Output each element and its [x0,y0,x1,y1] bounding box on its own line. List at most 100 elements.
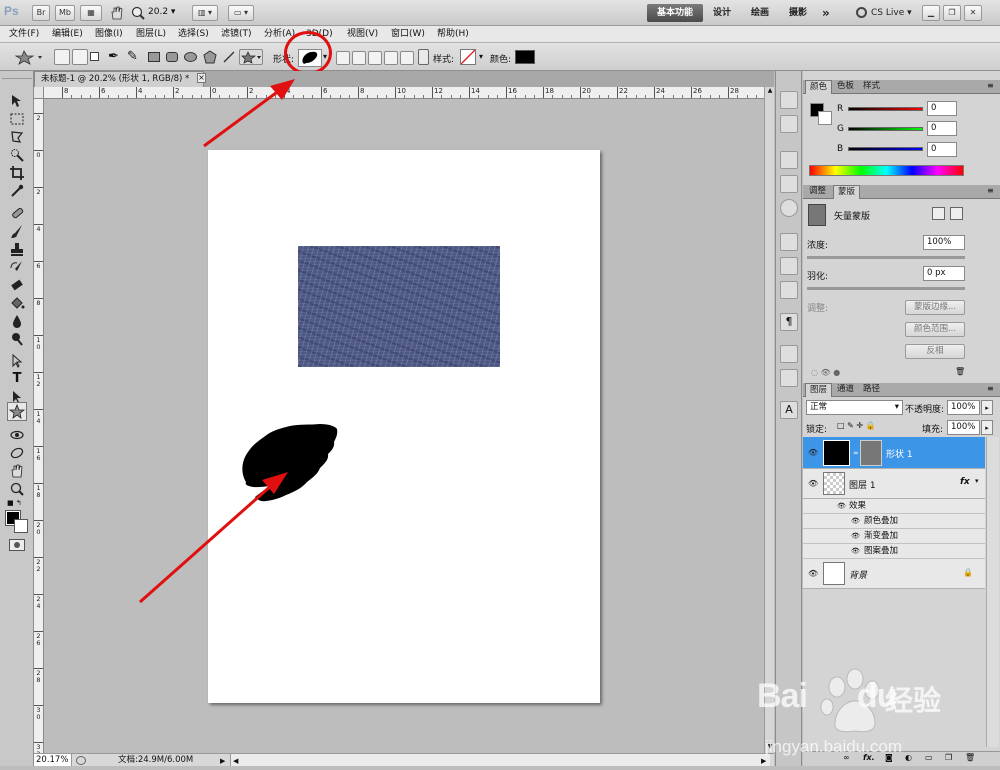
green-value[interactable]: 0 [927,121,957,136]
tab-adjustments[interactable]: 调整 [805,185,830,199]
eraser-tool-icon[interactable] [9,277,25,293]
tab-color[interactable]: 颜色 [805,80,833,94]
exclude-shape-area-icon[interactable] [400,51,414,65]
eye-icon[interactable]: 👁 [808,449,818,457]
eye-icon[interactable]: 👁 [837,499,846,513]
paragraph-icon[interactable]: ¶ [780,313,798,331]
vertical-ruler[interactable]: 2 0 2 4 6 8 1 0 1 2 1 4 1 6 1 8 2 0 2 2 2 4 2 6 2 8 3 0 3… [34,99,44,753]
tab-masks[interactable]: 蒙版 [833,185,861,199]
color-ramp[interactable] [809,165,964,176]
fill-value[interactable]: 100% [947,420,980,435]
workspace-photography[interactable]: 摄影 [789,4,807,22]
tool-presets-icon[interactable] [780,257,798,275]
animation-icon[interactable] [780,369,798,387]
3d-tools-icon[interactable] [780,345,798,363]
blue-value[interactable]: 0 [927,142,957,157]
zoom-level-select[interactable]: 20.2 ▾ [148,7,188,19]
status-icon[interactable] [76,756,86,765]
paths-mode-button[interactable] [72,49,88,65]
crop-tool-icon[interactable] [9,165,25,181]
quick-selection-tool-icon[interactable] [9,147,25,163]
clone-source-icon[interactable] [780,233,798,251]
green-slider[interactable] [848,127,923,131]
add-to-shape-area-icon[interactable] [352,51,366,65]
restore-button[interactable]: ❐ [943,5,961,21]
red-value[interactable]: 0 [927,101,957,116]
panel-menu-icon[interactable]: ≡ [987,186,994,195]
chevron-down-icon[interactable]: ▾ [975,477,979,485]
fill-pixels-button[interactable] [90,52,99,61]
tab-paths[interactable]: 路径 [859,383,884,397]
panel-menu-icon[interactable]: ≡ [987,384,994,393]
feather-slider[interactable] [807,287,965,290]
density-slider[interactable] [807,256,965,259]
zoom-tool-icon[interactable] [9,481,25,497]
eye-icon[interactable]: 👁 [851,544,860,558]
3d-rotate-tool-icon[interactable] [9,427,25,443]
layer-row-background[interactable]: 👁 背景 🔒 [803,559,985,589]
history-brush-tool-icon[interactable] [9,259,25,275]
marquee-tool-icon[interactable] [9,111,25,127]
workspace-painting[interactable]: 绘画 [751,4,769,22]
pen-tool-icon[interactable]: ✒ [108,49,124,65]
layer-row-shape[interactable]: 👁 ∞ 形状 1 [803,437,985,469]
fx-badge[interactable]: fx [960,477,970,487]
brush-tool-icon[interactable] [9,223,25,239]
tool-preset-picker[interactable] [14,48,44,66]
screen-mode-button[interactable]: ▭ ▾ [228,5,254,21]
effect-pattern-overlay[interactable]: 👁 图案叠加 [803,544,985,559]
character-icon[interactable]: A [780,401,798,419]
cs-live-button[interactable]: CS Live ▾ [871,4,912,22]
create-new-shape-layer-icon[interactable] [336,51,350,65]
eye-icon[interactable]: 👁 [808,480,818,488]
link-icon[interactable] [418,49,429,65]
menu-window[interactable]: 窗口(W) [391,28,425,41]
effects-row[interactable]: 👁 效果 [803,499,985,514]
tab-styles[interactable]: 样式 [859,80,884,94]
3d-orbit-tool-icon[interactable] [9,445,25,461]
hand-tool-icon[interactable] [9,463,25,479]
feather-value[interactable]: 0 px [923,266,965,281]
horizontal-scrollbar[interactable]: ◀ ▶ [230,754,770,766]
navigator-icon[interactable] [780,115,798,133]
menu-filter[interactable]: 滤镜(T) [221,28,252,41]
healing-brush-tool-icon[interactable] [9,205,25,221]
intersect-shape-area-icon[interactable] [384,51,398,65]
menu-select[interactable]: 选择(S) [178,28,209,41]
quick-mask-icon[interactable] [9,539,25,551]
type-tool-icon[interactable]: T [9,371,25,387]
move-tool-icon[interactable] [9,93,25,109]
scroll-up-icon[interactable]: ▲ [766,87,774,95]
eyedropper-tool-icon[interactable] [9,183,25,199]
menu-layer[interactable]: 图层(L) [136,28,166,41]
menu-image[interactable]: 图像(I) [95,28,123,41]
menu-edit[interactable]: 编辑(E) [52,28,83,41]
eye-icon[interactable]: 👁 [851,529,860,543]
histogram-icon[interactable] [780,91,798,109]
clone-stamp-tool-icon[interactable] [9,241,25,257]
dodge-tool-icon[interactable] [9,331,25,347]
red-slider[interactable] [848,107,923,111]
minimize-button[interactable]: ▁ [922,5,940,21]
delete-mask-icon[interactable]: 🗑 [955,367,965,376]
mask-edge-button[interactable]: 蒙版边缘... [905,300,965,315]
lasso-tool-icon[interactable] [9,129,25,145]
workspace-essentials[interactable]: 基本功能 [647,4,703,22]
status-menu-arrow-icon[interactable]: ▶ [220,755,225,767]
invert-button[interactable]: 反相 [905,344,965,359]
effect-gradient-overlay[interactable]: 👁 渐变叠加 [803,529,985,544]
shape-layers-mode-button[interactable] [54,49,70,65]
mask-footer-icons[interactable]: ◌ 👁 ● [811,368,840,377]
background-color[interactable] [14,519,28,533]
hand-tool-icon[interactable] [108,5,126,21]
workspace-more[interactable]: » [822,4,830,22]
zoom-tool-icon[interactable] [130,5,146,21]
style-picker[interactable] [460,49,476,65]
actions-icon[interactable] [780,151,798,169]
menu-file[interactable]: 文件(F) [9,28,39,41]
path-selection-tool-icon[interactable] [9,353,25,369]
paint-bucket-tool-icon[interactable] [9,295,25,311]
tab-swatches[interactable]: 色板 [833,80,858,94]
scroll-left-icon[interactable]: ◀ [233,755,238,767]
tab-layers[interactable]: 图层 [805,383,833,397]
